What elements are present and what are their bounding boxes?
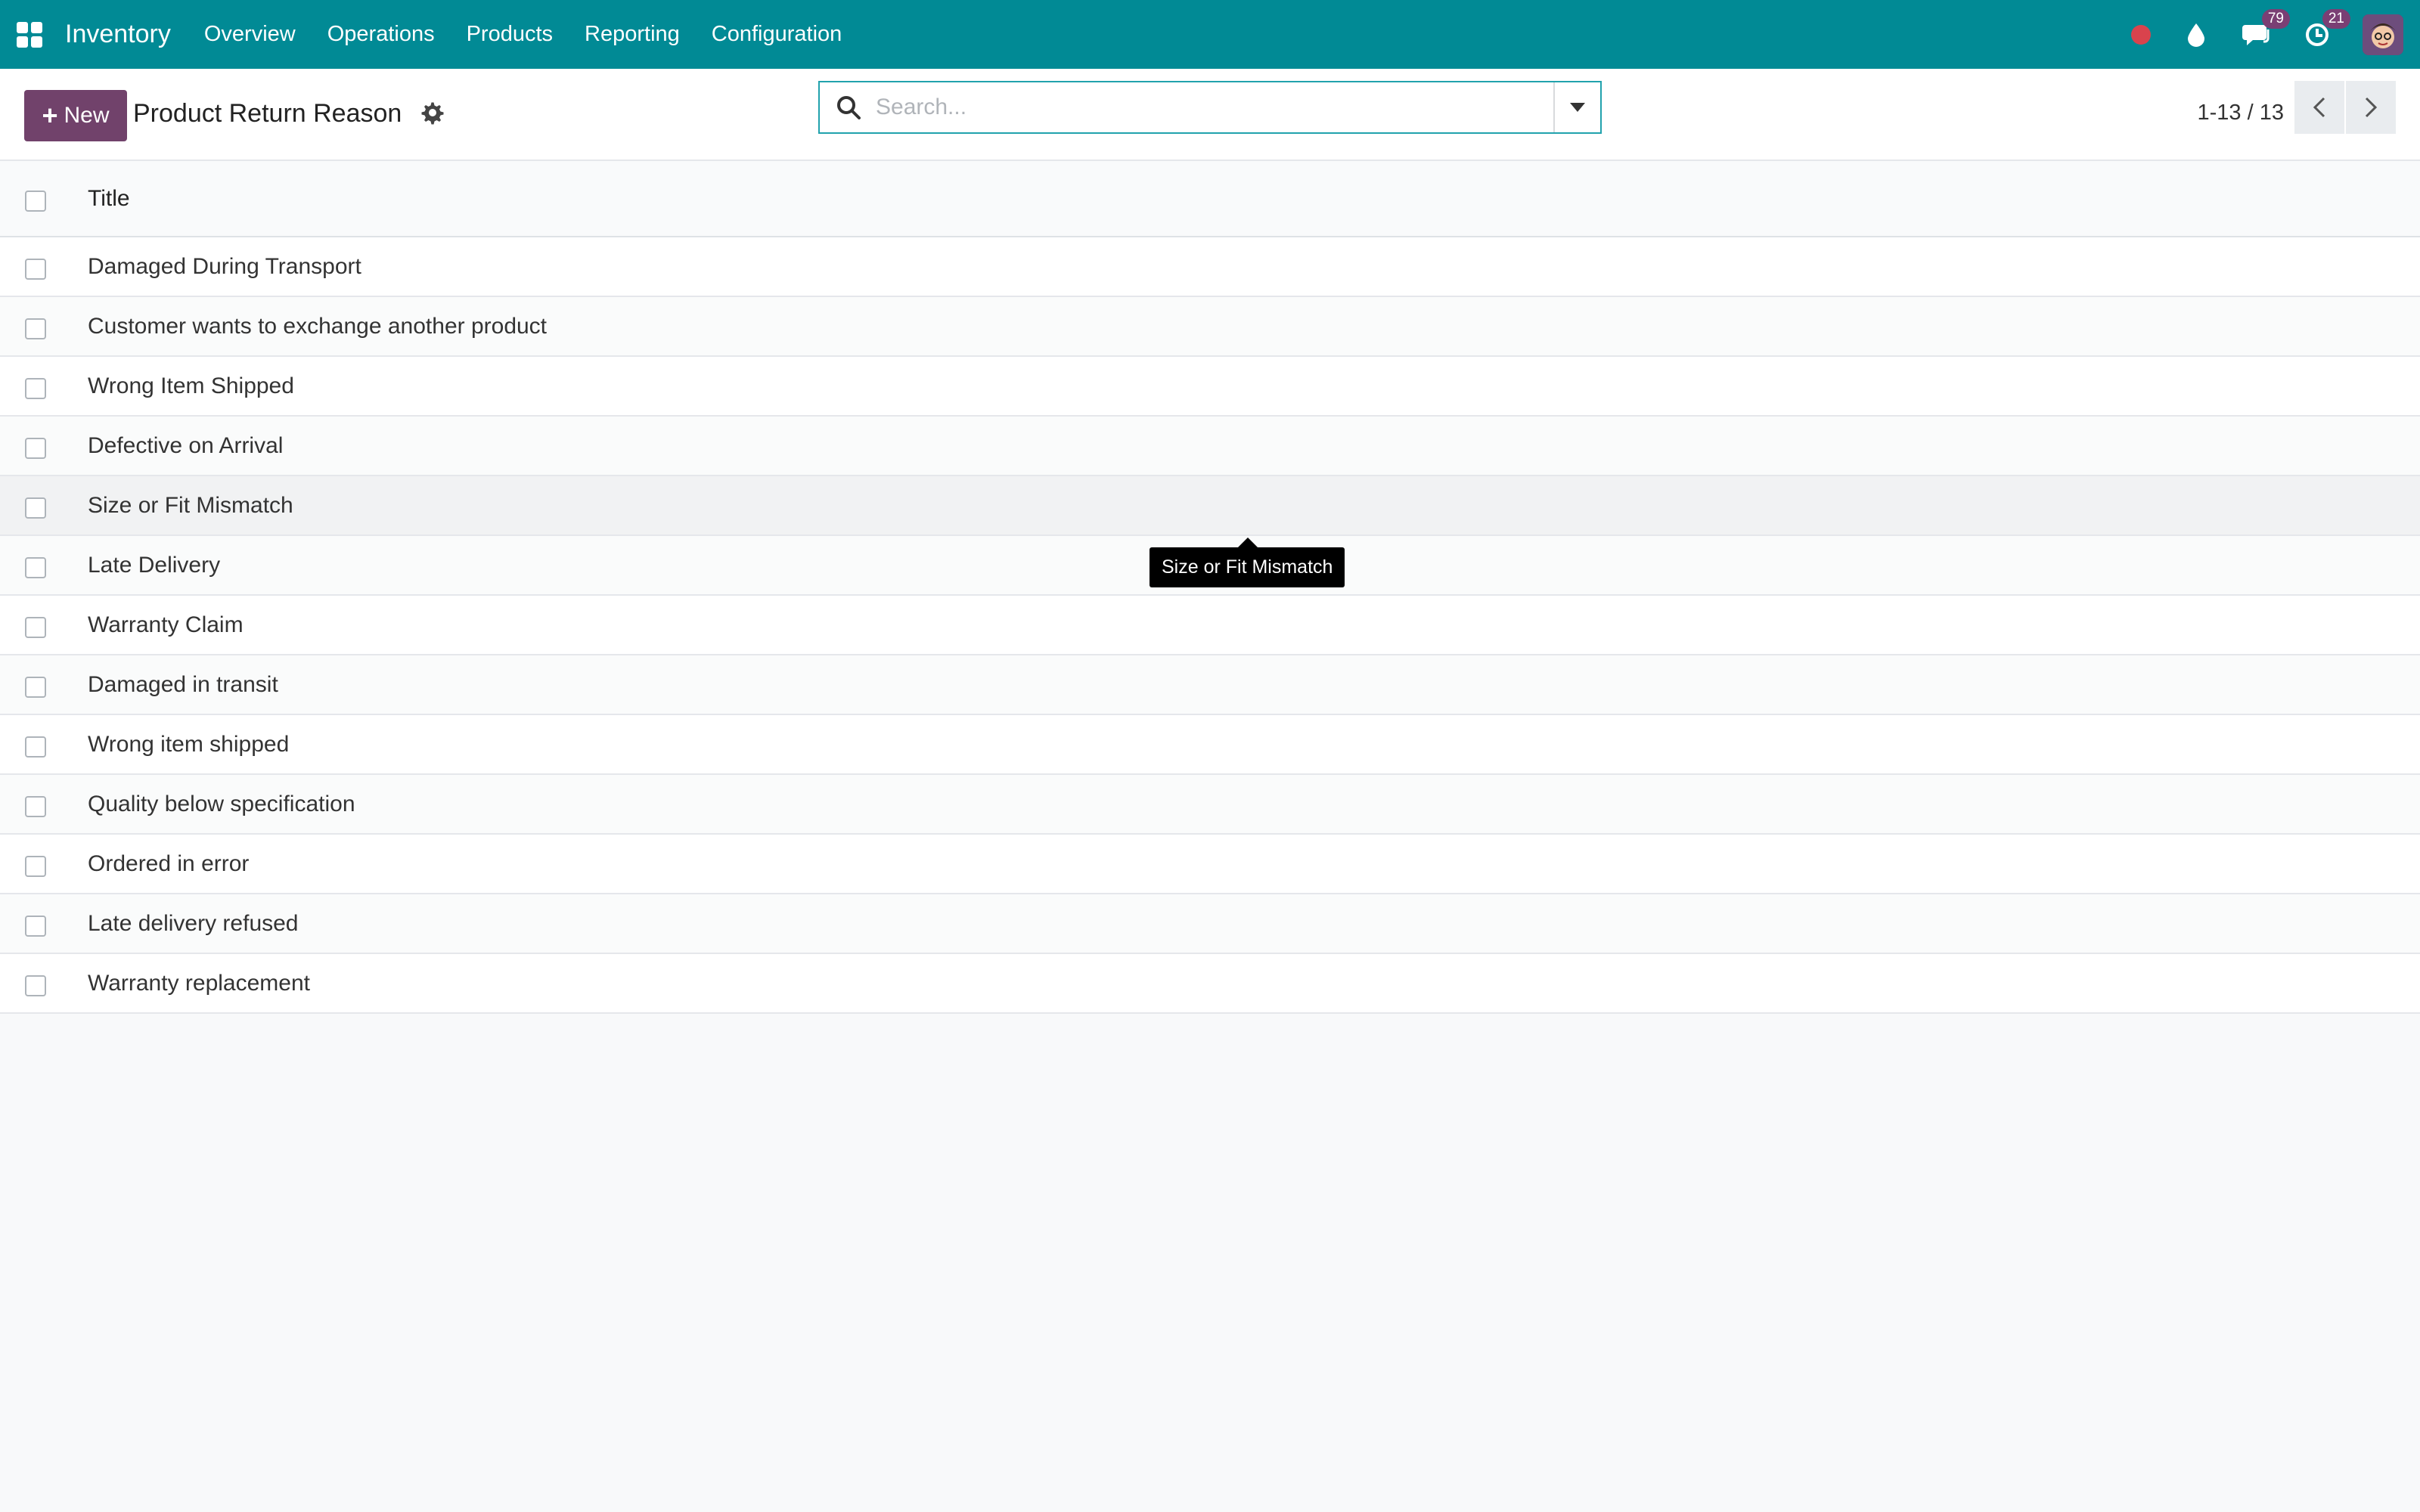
row-checkbox[interactable] — [25, 437, 46, 459]
messages-icon[interactable]: 79 — [2242, 8, 2290, 50]
select-all-checkbox[interactable] — [25, 190, 46, 212]
app-name[interactable]: Inventory — [65, 20, 171, 49]
plus-icon: + — [42, 100, 58, 131]
messages-count-badge: 79 — [2261, 8, 2290, 29]
nav-configuration[interactable]: Configuration — [712, 22, 842, 47]
pager-value[interactable]: 1-13 / 13 — [2198, 101, 2284, 125]
apps-menu-icon[interactable] — [17, 21, 42, 48]
row-select-cell — [0, 296, 60, 356]
row-title[interactable]: Ordered in error — [60, 834, 2420, 894]
row-select-cell — [0, 595, 60, 655]
table-row[interactable]: Quality below specification — [0, 774, 2420, 834]
chevron-right-icon — [2365, 97, 2378, 118]
column-header-title[interactable]: Title — [60, 161, 2420, 237]
row-checkbox[interactable] — [25, 736, 46, 758]
gear-icon[interactable] — [420, 101, 445, 125]
row-select-cell — [0, 714, 60, 774]
new-button[interactable]: + New — [24, 90, 127, 141]
search-icon — [837, 96, 861, 119]
row-checkbox[interactable] — [25, 974, 46, 996]
row-title[interactable]: Size or Fit Mismatch — [60, 476, 2420, 535]
table-row[interactable]: Defective on Arrival — [0, 416, 2420, 476]
row-title[interactable]: Warranty Claim — [60, 595, 2420, 655]
table-row[interactable]: Warranty replacement — [0, 953, 2420, 1013]
row-title[interactable]: Warranty replacement — [60, 953, 2420, 1013]
search-input[interactable] — [874, 94, 1553, 121]
nav-overview[interactable]: Overview — [204, 22, 296, 47]
row-select-cell — [0, 356, 60, 416]
row-checkbox[interactable] — [25, 377, 46, 399]
row-select-cell — [0, 834, 60, 894]
row-checkbox[interactable] — [25, 497, 46, 519]
systray: 79 21 — [2131, 8, 2403, 55]
row-title[interactable]: Wrong item shipped — [60, 714, 2420, 774]
recording-indicator-icon[interactable] — [2131, 24, 2151, 45]
drop-icon[interactable] — [2181, 20, 2211, 50]
row-checkbox[interactable] — [25, 915, 46, 937]
row-title[interactable]: Damaged in transit — [60, 655, 2420, 714]
row-title[interactable]: Wrong Item Shipped — [60, 356, 2420, 416]
table-row[interactable]: Damaged in transit — [0, 655, 2420, 714]
row-select-cell — [0, 535, 60, 595]
table-row[interactable]: Customer wants to exchange another produ… — [0, 296, 2420, 356]
page-title: Product Return Reason — [133, 99, 402, 128]
row-title[interactable]: Damaged During Transport — [60, 237, 2420, 296]
pager-next-button[interactable] — [2346, 81, 2396, 134]
activities-count-badge: 21 — [2322, 8, 2350, 29]
row-title[interactable]: Quality below specification — [60, 774, 2420, 834]
row-checkbox[interactable] — [25, 258, 46, 280]
nav-products[interactable]: Products — [467, 22, 553, 47]
user-avatar[interactable] — [2363, 14, 2403, 55]
row-select-cell — [0, 416, 60, 476]
row-checkbox[interactable] — [25, 556, 46, 578]
row-checkbox[interactable] — [25, 795, 46, 817]
pager-previous-button[interactable] — [2294, 81, 2344, 134]
row-select-cell — [0, 774, 60, 834]
row-tooltip: Size or Fit Mismatch — [1150, 538, 1345, 587]
row-select-cell — [0, 894, 60, 953]
table-row[interactable]: Damaged During Transport — [0, 237, 2420, 296]
table-row[interactable]: Ordered in error — [0, 834, 2420, 894]
row-select-cell — [0, 476, 60, 535]
row-checkbox[interactable] — [25, 318, 46, 339]
row-checkbox[interactable] — [25, 616, 46, 638]
table-row[interactable]: Wrong item shipped — [0, 714, 2420, 774]
row-checkbox[interactable] — [25, 676, 46, 698]
select-all-cell — [0, 161, 60, 237]
row-checkbox[interactable] — [25, 855, 46, 877]
nav-operations[interactable]: Operations — [327, 22, 435, 47]
row-select-cell — [0, 953, 60, 1013]
chevron-left-icon — [2313, 97, 2325, 118]
caret-down-icon — [1570, 103, 1585, 112]
row-select-cell — [0, 655, 60, 714]
list-view-table: Title Damaged During Transport Customer w… — [0, 161, 2420, 1014]
table-row[interactable]: Size or Fit Mismatch — [0, 476, 2420, 535]
table-row[interactable]: Warranty Claim — [0, 595, 2420, 655]
table-header-row: Title — [0, 161, 2420, 237]
row-select-cell — [0, 237, 60, 296]
nav-reporting[interactable]: Reporting — [585, 22, 680, 47]
search-options-toggle[interactable] — [1553, 82, 1600, 132]
row-title[interactable]: Customer wants to exchange another produ… — [60, 296, 2420, 356]
search-bar — [818, 81, 1602, 134]
control-panel: + New Product Return Reason 1-13 / 13 — [0, 69, 2420, 161]
table-row[interactable]: Wrong Item Shipped — [0, 356, 2420, 416]
row-title[interactable]: Late delivery refused — [60, 894, 2420, 953]
top-navbar: Inventory Overview Operations Products R… — [0, 0, 2420, 69]
table-row[interactable]: Late delivery refused — [0, 894, 2420, 953]
new-button-label: New — [64, 103, 110, 128]
row-title[interactable]: Defective on Arrival — [60, 416, 2420, 476]
activities-clock-icon[interactable]: 21 — [2302, 8, 2350, 50]
